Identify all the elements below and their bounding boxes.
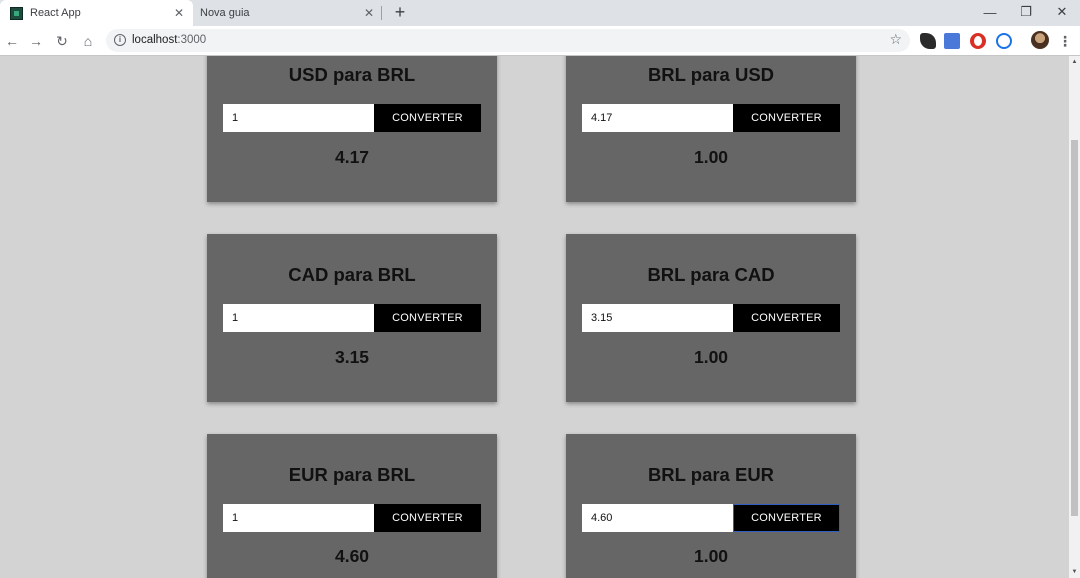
card-title: USD para BRL [288, 64, 416, 85]
conversion-result: 3.15 [334, 347, 370, 367]
browser-toolbar: ← → ↻ ⌂ i localhost:3000 ☆ ⋮ [0, 26, 1080, 56]
forward-icon[interactable]: → [26, 31, 46, 51]
card-title: BRL para CAD [647, 264, 775, 285]
vertical-scrollbar[interactable]: ▲ ▼ [1069, 56, 1080, 578]
conversion-result: 4.17 [334, 147, 370, 167]
tab-title: Nova guia [200, 7, 250, 19]
scroll-down-icon[interactable]: ▼ [1069, 566, 1080, 578]
restore-button[interactable]: ❐ [1008, 0, 1044, 24]
address-bar[interactable]: i localhost:3000 ☆ [106, 29, 910, 52]
extension-icon[interactable] [920, 33, 936, 49]
card-title: BRL para EUR [647, 464, 775, 485]
tab-title: React App [30, 7, 81, 19]
b-extension-icon[interactable] [996, 33, 1012, 49]
convert-button[interactable]: CONVERTER [733, 304, 840, 332]
conversion-result: 1.00 [693, 347, 729, 367]
page-viewport: USD para BRL CONVERTER 4.17 BRL para USD… [0, 56, 1069, 578]
conversion-result: 4.60 [334, 546, 370, 566]
reload-icon[interactable]: ↻ [52, 31, 72, 51]
amount-input[interactable] [582, 304, 733, 332]
converter-card-brl-eur: BRL para EUR CONVERTER 1.00 [566, 434, 856, 578]
close-window-button[interactable]: ✕ [1044, 0, 1080, 24]
amount-input[interactable] [582, 104, 733, 132]
home-icon[interactable]: ⌂ [78, 31, 98, 51]
tab-divider [381, 6, 382, 20]
react-app-favicon-icon [10, 6, 23, 20]
tab-react-app[interactable]: React App ✕ [0, 0, 193, 26]
close-tab-icon[interactable]: ✕ [361, 5, 377, 21]
convert-button[interactable]: CONVERTER [733, 504, 840, 532]
tab-strip: React App ✕ Nova guia ✕ + — ❐ ✕ [0, 0, 1080, 26]
close-tab-icon[interactable]: ✕ [171, 5, 187, 21]
amount-input[interactable] [223, 104, 374, 132]
bookmark-star-icon[interactable]: ☆ [889, 31, 902, 48]
card-title: EUR para BRL [288, 464, 416, 485]
profile-avatar[interactable] [1031, 31, 1049, 49]
amount-input[interactable] [582, 504, 733, 532]
amount-input[interactable] [223, 504, 374, 532]
converter-card-usd-brl: USD para BRL CONVERTER 4.17 [207, 56, 497, 202]
converter-card-eur-brl: EUR para BRL CONVERTER 4.60 [207, 434, 497, 578]
opera-extension-icon[interactable] [970, 33, 986, 49]
converter-card-cad-brl: CAD para BRL CONVERTER 3.15 [207, 234, 497, 402]
scrollbar-thumb[interactable] [1071, 140, 1078, 516]
convert-button[interactable]: CONVERTER [374, 104, 481, 132]
convert-button[interactable]: CONVERTER [374, 304, 481, 332]
url-host: localhost [132, 34, 178, 46]
translate-extension-icon[interactable] [944, 33, 960, 49]
amount-input[interactable] [223, 304, 374, 332]
converter-card-brl-usd: BRL para USD CONVERTER 1.00 [566, 56, 856, 202]
url-text: localhost:3000 [132, 34, 206, 46]
minimize-button[interactable]: — [972, 0, 1008, 24]
convert-button[interactable]: CONVERTER [733, 104, 840, 132]
conversion-result: 1.00 [693, 546, 729, 566]
browser-menu-icon[interactable]: ⋮ [1058, 32, 1072, 50]
card-title: BRL para USD [647, 64, 775, 85]
converter-card-brl-cad: BRL para CAD CONVERTER 1.00 [566, 234, 856, 402]
scroll-up-icon[interactable]: ▲ [1069, 56, 1080, 68]
back-icon[interactable]: ← [2, 31, 22, 51]
new-tab-button[interactable]: + [390, 2, 410, 22]
convert-button[interactable]: CONVERTER [374, 504, 481, 532]
card-title: CAD para BRL [288, 264, 416, 285]
info-icon[interactable]: i [114, 34, 126, 46]
tab-nova-guia[interactable]: Nova guia ✕ [193, 0, 383, 26]
conversion-result: 1.00 [693, 147, 729, 167]
url-port: :3000 [177, 34, 207, 46]
